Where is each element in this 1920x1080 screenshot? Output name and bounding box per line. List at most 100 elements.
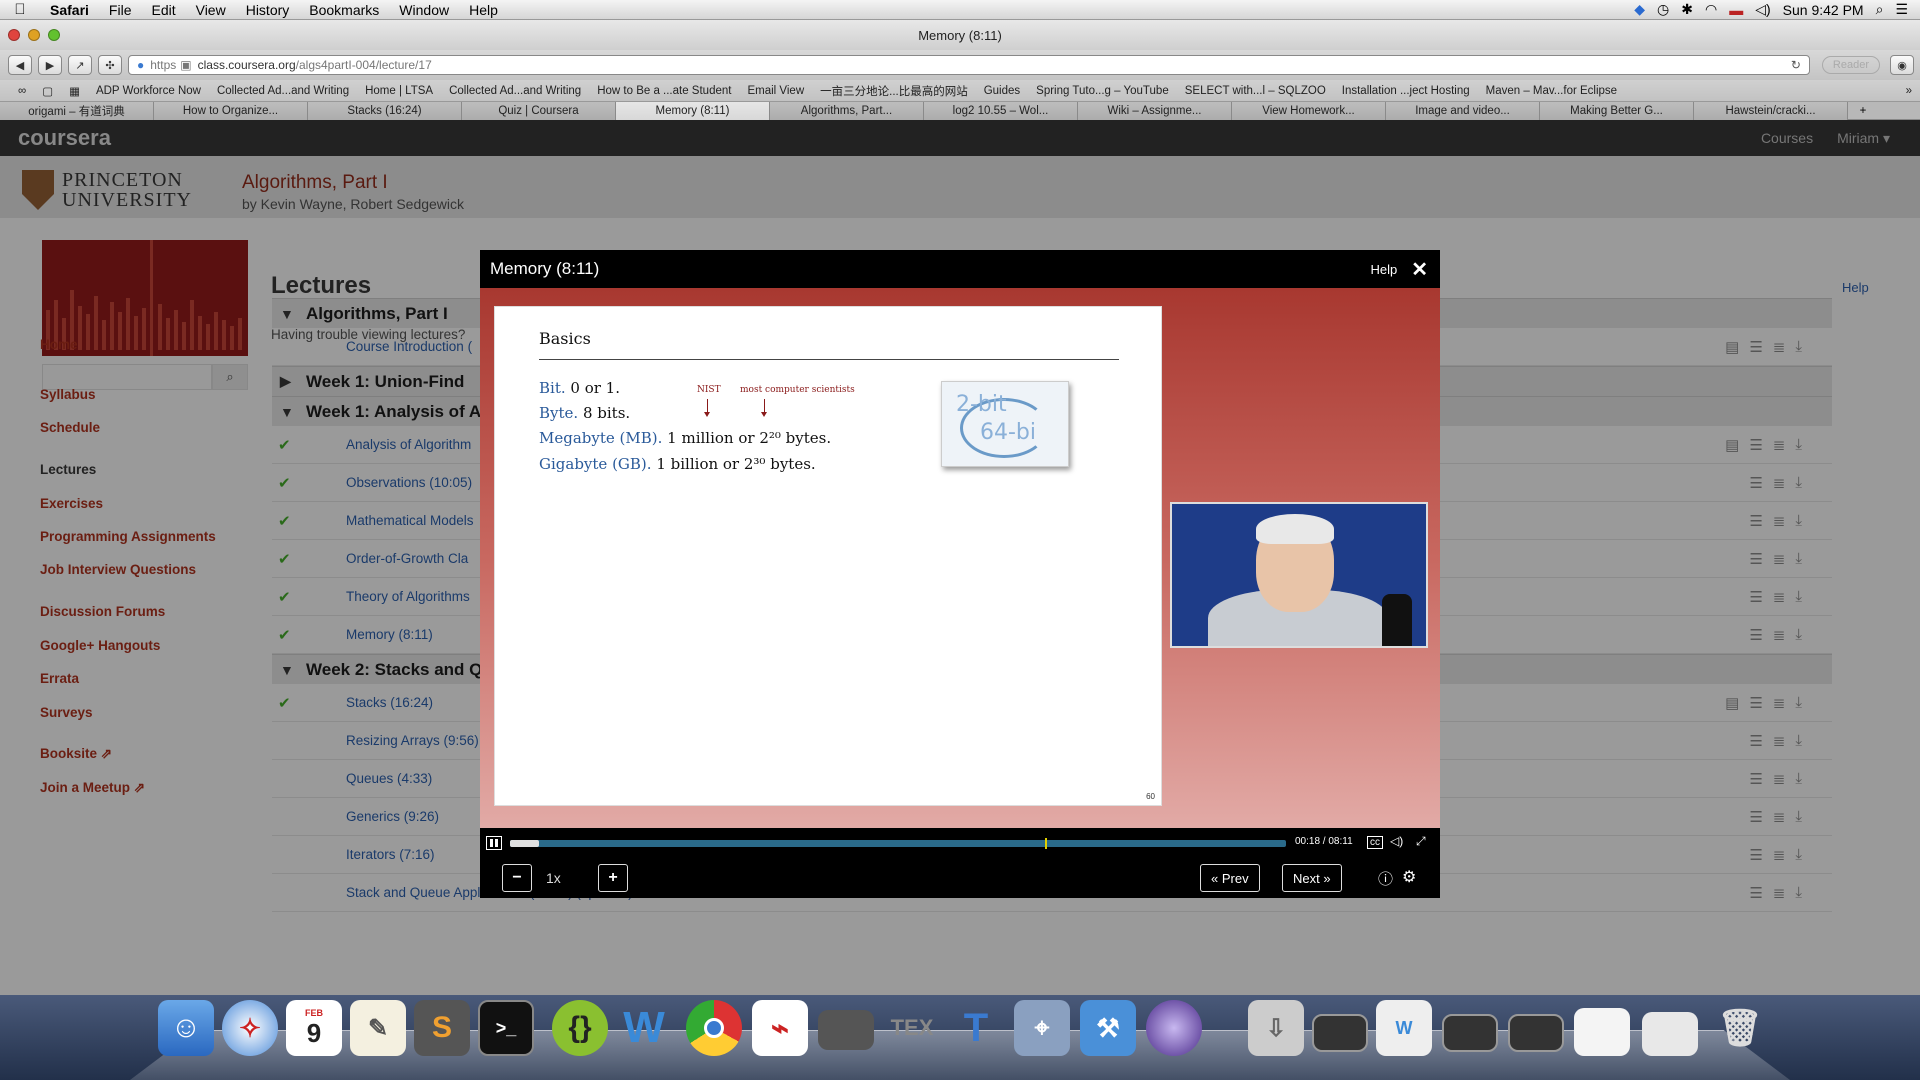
- lecture-link[interactable]: Analysis of Algorithm: [346, 437, 471, 452]
- network-icon[interactable]: [818, 1010, 874, 1050]
- sidebar-item-lectures[interactable]: Lectures: [40, 462, 255, 477]
- menu-edit[interactable]: Edit: [141, 2, 185, 18]
- tab-stacks[interactable]: Stacks (16:24): [308, 102, 462, 120]
- bookmarks-book-icon[interactable]: ▢: [34, 84, 61, 98]
- menu-view[interactable]: View: [186, 2, 236, 18]
- bookmark-item[interactable]: How to Be a ...ate Student: [589, 85, 739, 97]
- reload-icon[interactable]: ↻: [1791, 58, 1801, 72]
- time-machine-icon[interactable]: ◷: [1657, 1, 1669, 18]
- coursera-logo[interactable]: coursera: [0, 125, 111, 151]
- prev-button[interactable]: « Prev: [1200, 864, 1260, 892]
- bookmark-item[interactable]: Installation ...ject Hosting: [1334, 85, 1478, 97]
- sidebar-item-exercises[interactable]: Exercises: [40, 496, 255, 511]
- slides-icon[interactable]: ☰: [1749, 770, 1762, 788]
- bookmark-item[interactable]: Maven – Mav...for Eclipse: [1478, 85, 1625, 97]
- bookmark-item[interactable]: Guides: [976, 85, 1028, 97]
- minimize-window-button[interactable]: [28, 29, 40, 41]
- download-icon[interactable]: ⤓: [1795, 694, 1802, 712]
- word-icon[interactable]: W: [616, 1000, 672, 1056]
- subtitles-icon[interactable]: ≣: [1773, 694, 1786, 712]
- tab-memory[interactable]: Memory (8:11): [616, 102, 770, 120]
- slides-icon[interactable]: ☰: [1749, 846, 1762, 864]
- user-menu[interactable]: Miriam ▾: [1837, 130, 1890, 147]
- fullscreen-icon[interactable]: ⤢: [1416, 834, 1426, 849]
- tab-wiki[interactable]: Wiki – Assignme...: [1078, 102, 1232, 120]
- pdf-icon[interactable]: ▤: [1725, 694, 1739, 712]
- forward-button[interactable]: ▶: [38, 55, 62, 75]
- xcode-icon[interactable]: ⚒: [1080, 1000, 1136, 1056]
- download-icon[interactable]: ⤓: [1795, 436, 1802, 454]
- textedit-icon[interactable]: ✎: [350, 1000, 406, 1056]
- download-icon[interactable]: ⤓: [1795, 550, 1802, 568]
- calendar-icon[interactable]: FEB 9: [286, 1000, 342, 1056]
- lecture-link[interactable]: Observations (10:05): [346, 475, 472, 490]
- sidebar-item-surveys[interactable]: Surveys: [40, 705, 255, 720]
- subtitles-icon[interactable]: ≣: [1773, 808, 1786, 826]
- lecture-link[interactable]: Mathematical Models: [346, 513, 474, 528]
- course-title[interactable]: Algorithms, Part I: [242, 172, 388, 194]
- pause-icon[interactable]: [486, 836, 502, 850]
- bookmark-item[interactable]: 一亩三分地论...比最高的网站: [812, 83, 976, 99]
- bookmark-item[interactable]: Home | LTSA: [357, 85, 441, 97]
- menu-window[interactable]: Window: [389, 2, 459, 18]
- app-menu-safari[interactable]: Safari: [40, 2, 99, 18]
- safari-icon[interactable]: ✧: [222, 1000, 278, 1056]
- pdf-icon[interactable]: ▤: [1725, 338, 1739, 356]
- tab-hawstein[interactable]: Hawstein/cracki...: [1694, 102, 1848, 120]
- tab-quiz[interactable]: Quiz | Coursera: [462, 102, 616, 120]
- top-sites-icon[interactable]: ▦: [61, 84, 88, 98]
- info-icon[interactable]: ⓘ: [1378, 868, 1393, 889]
- clock[interactable]: Sun 9:42 PM: [1783, 2, 1864, 18]
- slides-icon[interactable]: ☰: [1749, 436, 1762, 454]
- menu-help[interactable]: Help: [459, 2, 508, 18]
- extension-button[interactable]: ✣: [98, 55, 122, 75]
- document-thumb-icon[interactable]: [1574, 1008, 1630, 1056]
- sidebar-item-job-interview-questions[interactable]: Job Interview Questions: [40, 562, 255, 577]
- reading-list-icon[interactable]: ∞: [10, 85, 34, 97]
- sidebar-item-home[interactable]: Home: [40, 337, 255, 352]
- subtitles-icon[interactable]: ≣: [1773, 884, 1786, 902]
- bookmark-item[interactable]: Collected Ad...and Writing: [209, 85, 357, 97]
- courses-link[interactable]: Courses: [1761, 130, 1813, 147]
- window-thumb-icon[interactable]: [1508, 1014, 1564, 1052]
- download-icon[interactable]: ⤓: [1795, 588, 1802, 606]
- sidebar-item-join-meetup[interactable]: Join a Meetup ⇗: [40, 780, 255, 796]
- bookmark-item[interactable]: SELECT with...l – SQLZOO: [1177, 85, 1334, 97]
- texshop-icon[interactable]: TEX: [884, 1000, 940, 1056]
- flag-input-icon[interactable]: ▬: [1729, 2, 1743, 18]
- tab-image-video[interactable]: Image and video...: [1386, 102, 1540, 120]
- lectures-help-link[interactable]: Help: [1842, 280, 1869, 295]
- close-window-button[interactable]: [8, 29, 20, 41]
- tab-how-to-organize[interactable]: How to Organize...: [154, 102, 308, 120]
- downloads-button[interactable]: ◉: [1890, 55, 1914, 75]
- window-thumb-icon[interactable]: [1312, 1014, 1368, 1052]
- subtitles-icon[interactable]: ≣: [1773, 338, 1786, 356]
- subtitles-icon[interactable]: ≣: [1773, 436, 1786, 454]
- sidebar-item-booksite[interactable]: Booksite ⇗: [40, 746, 255, 762]
- slides-icon[interactable]: ☰: [1749, 694, 1762, 712]
- slides-icon[interactable]: ☰: [1749, 338, 1762, 356]
- bookmark-item[interactable]: Spring Tuto...g – YouTube: [1028, 85, 1177, 97]
- bluetooth-icon[interactable]: ✱: [1681, 1, 1693, 18]
- bookmark-item[interactable]: Collected Ad...and Writing: [441, 85, 589, 97]
- download-icon[interactable]: ⤓: [1795, 846, 1802, 864]
- tab-making-better[interactable]: Making Better G...: [1540, 102, 1694, 120]
- next-button[interactable]: Next »: [1282, 864, 1342, 892]
- chrome-icon[interactable]: [686, 1000, 742, 1056]
- download-icon[interactable]: ⤓: [1795, 474, 1802, 492]
- dropbox-icon[interactable]: ◆: [1634, 1, 1645, 18]
- lecture-link[interactable]: Resizing Arrays (9:56): [346, 733, 479, 748]
- textwrangler-icon[interactable]: T: [948, 1000, 1004, 1056]
- subtitles-icon[interactable]: ≣: [1773, 588, 1786, 606]
- lecture-link[interactable]: Memory (8:11): [346, 627, 433, 642]
- lecture-link[interactable]: Iterators (7:16): [346, 847, 435, 862]
- eclipse-icon[interactable]: [1146, 1000, 1202, 1056]
- lecture-link[interactable]: Queues (4:33): [346, 771, 432, 786]
- new-tab-icon[interactable]: +: [1848, 102, 1878, 119]
- wifi-icon[interactable]: ◠: [1705, 1, 1717, 18]
- download-icon[interactable]: ⤓: [1795, 732, 1802, 750]
- sidebar-item-programming-assignments[interactable]: Programming Assignments: [40, 529, 255, 544]
- download-icon[interactable]: ⤓: [1795, 884, 1802, 902]
- slides-icon[interactable]: ☰: [1749, 626, 1762, 644]
- sidebar-item-google-hangouts[interactable]: Google+ Hangouts: [40, 638, 255, 653]
